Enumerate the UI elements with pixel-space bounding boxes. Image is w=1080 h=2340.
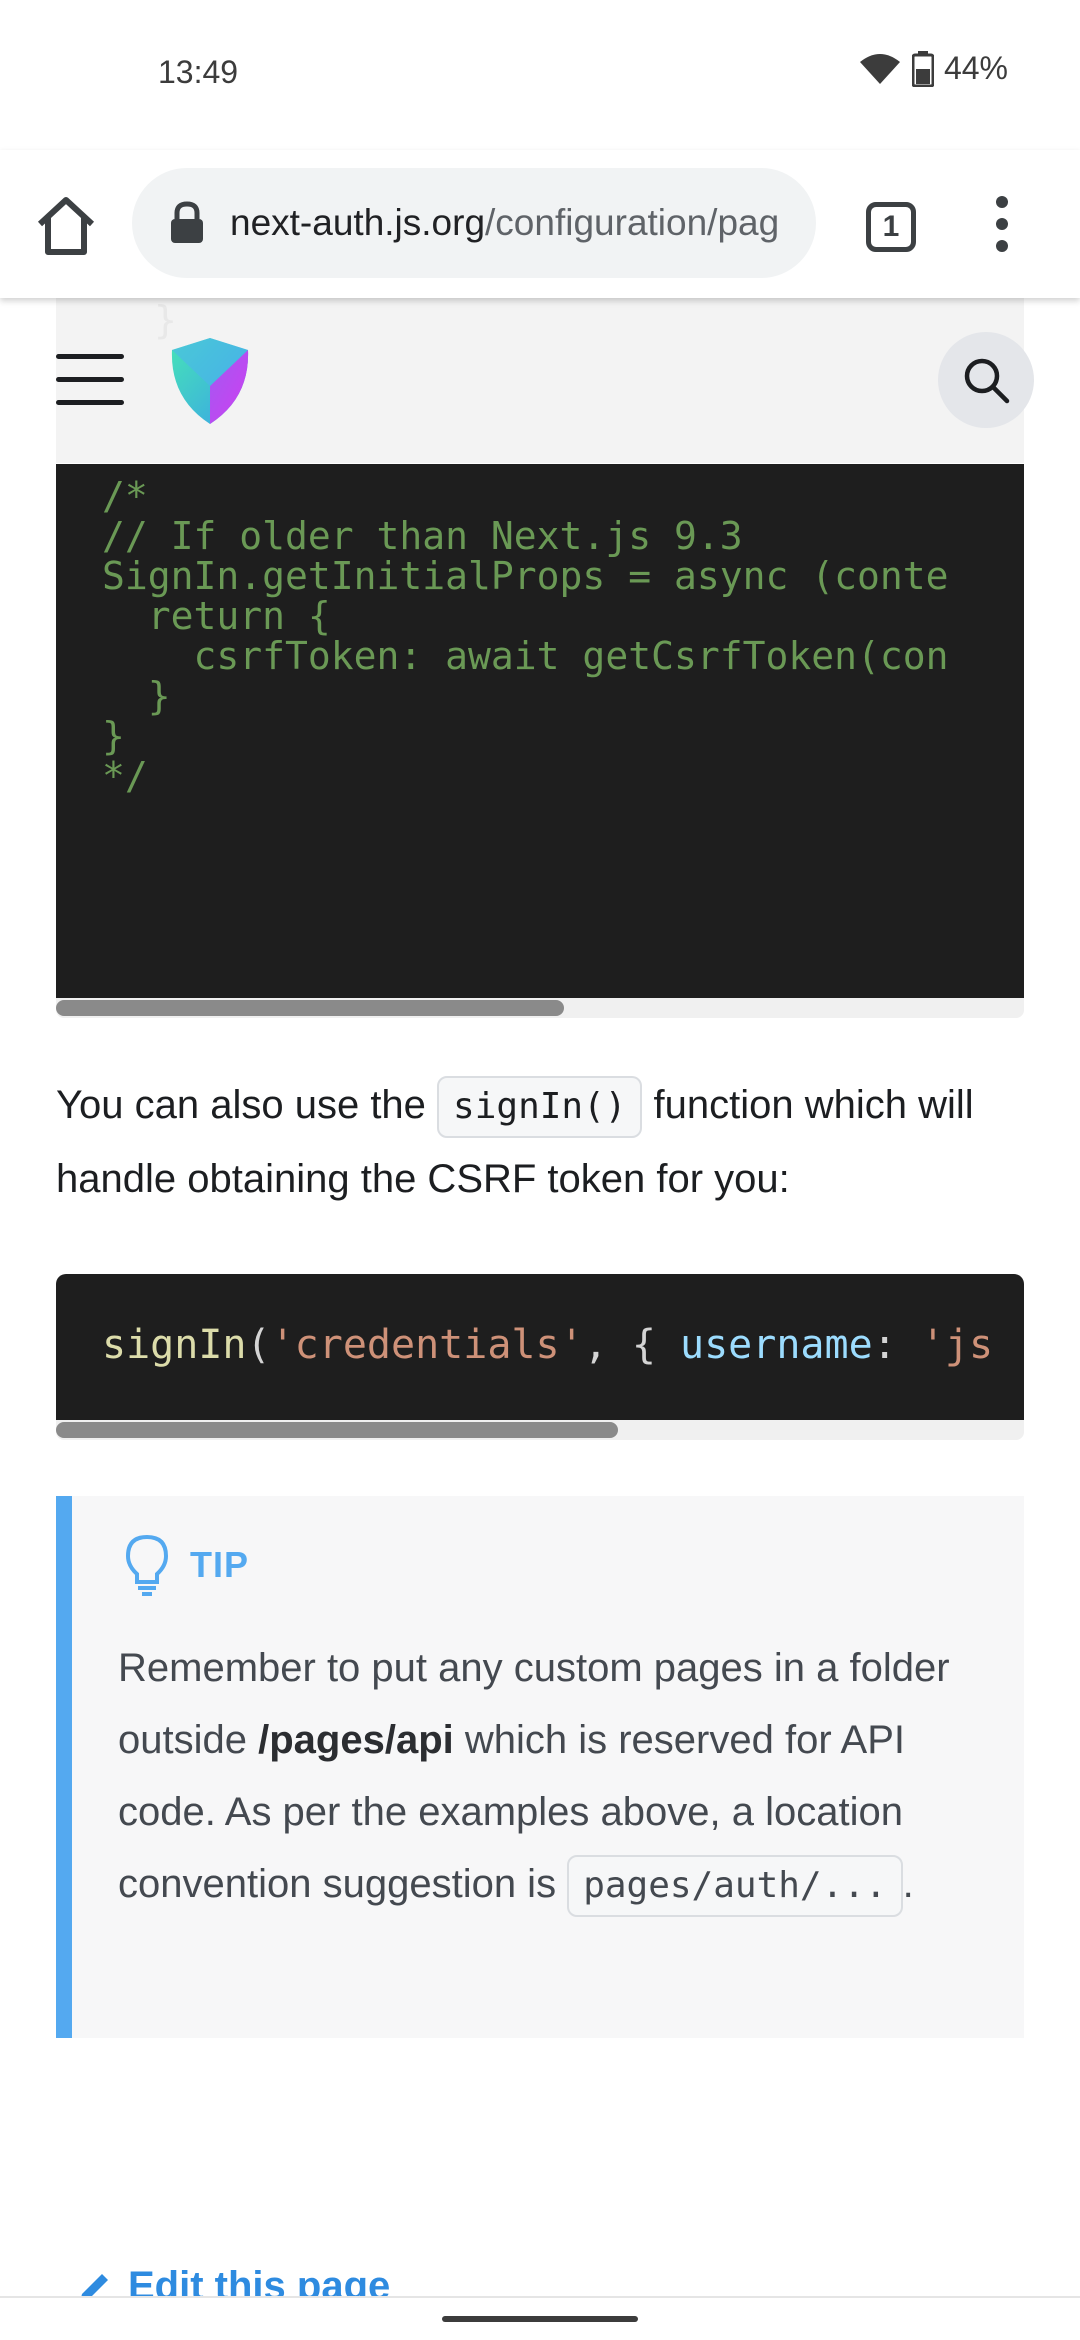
tip-text: Remember to put any custom pages in a fo… [118, 1632, 998, 1920]
code-scrollbar[interactable] [56, 1420, 1024, 1440]
url-text: next-auth.js.org/configuration/pag [230, 202, 779, 244]
code-line: */ [102, 754, 148, 798]
code-line: signIn('credentials', { username: 'js [102, 1322, 993, 1368]
home-icon[interactable] [30, 190, 102, 262]
tip-label: TIP [190, 1544, 250, 1585]
code-token: 'credentials' [270, 1322, 584, 1368]
code-line: return { [102, 594, 331, 638]
status-bar: 13:49 44% [0, 0, 1080, 150]
page-content: } /* // If older than Next.js 9.3 SignIn… [0, 298, 1080, 2308]
url-domain: next-auth.js.org [230, 202, 486, 243]
status-time: 13:49 [158, 54, 239, 90]
paragraph-text: You can also use the [56, 1083, 438, 1127]
site-navbar: } [56, 298, 1034, 463]
code-token: ( [246, 1322, 271, 1368]
browser-toolbar: next-auth.js.org/configuration/pag 1 [0, 150, 1080, 298]
code-line: // If older than Next.js 9.3 [102, 514, 743, 558]
code-token: , { [583, 1322, 680, 1368]
code-token: 'js [920, 1322, 994, 1368]
shield-logo-icon[interactable] [168, 334, 252, 428]
code-token: signIn [102, 1322, 247, 1368]
code-block: /* // If older than Next.js 9.3 SignIn.g… [56, 464, 1024, 998]
code-token: : [872, 1322, 921, 1368]
status-icons: 44% [858, 50, 1008, 87]
more-vert-icon[interactable] [990, 196, 1014, 260]
code-line: csrfToken: await getCsrfToken(con [102, 634, 949, 678]
code-line: } [102, 714, 125, 758]
code-line: } [102, 674, 171, 718]
hamburger-menu-icon[interactable] [56, 354, 124, 406]
inline-code: pages/auth/... [567, 1855, 903, 1918]
tab-count: 1 [882, 210, 900, 243]
code-line: /* [102, 474, 148, 518]
inline-code: signIn() [437, 1076, 643, 1139]
tabs-icon[interactable]: 1 [866, 202, 916, 252]
tip-text-part: . [902, 1862, 914, 1906]
search-icon [964, 358, 1010, 404]
code-line: SignIn.getInitialProps = async (conte [102, 554, 949, 598]
lock-icon [171, 201, 203, 243]
tip-bold: /pages/api [258, 1718, 454, 1762]
wifi-icon [859, 53, 900, 84]
lightbulb-icon [125, 1534, 169, 1596]
tip-admonition: TIP Remember to put any custom pages in … [56, 1496, 1024, 2038]
search-button[interactable] [938, 332, 1034, 428]
code-token: username [680, 1322, 873, 1368]
tip-heading: TIP [124, 1534, 249, 1596]
url-bar[interactable]: next-auth.js.org/configuration/pag [132, 168, 816, 278]
code-scrollbar[interactable] [56, 998, 1024, 1018]
gesture-navigation-bar[interactable] [442, 2316, 638, 2322]
scrollbar-thumb[interactable] [56, 1000, 564, 1016]
url-path: /configuration/pag [485, 202, 780, 243]
body-paragraph: You can also use the signIn() function w… [56, 1068, 1036, 1216]
code-block: signIn('credentials', { username: 'js [56, 1274, 1024, 1420]
battery-percent: 44% [943, 50, 1008, 86]
battery-icon [911, 50, 934, 87]
scrollbar-thumb[interactable] [56, 1422, 618, 1438]
